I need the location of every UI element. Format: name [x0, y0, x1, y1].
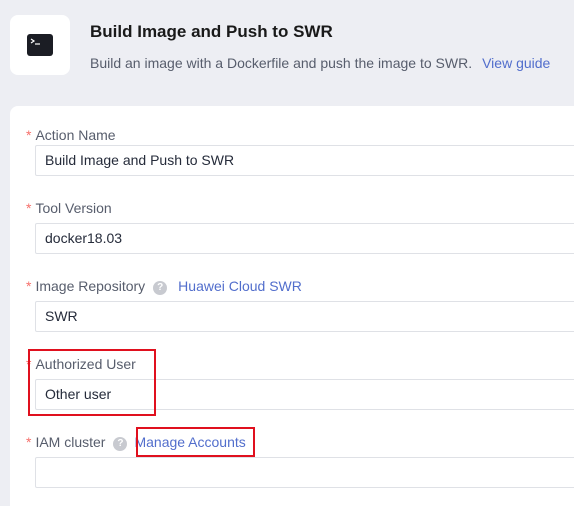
- iam-cluster-label: * IAM cluster? Manage Accounts: [26, 434, 246, 451]
- tool-version-label: * Tool Version: [26, 200, 112, 216]
- tool-version-label-text: Tool Version: [35, 200, 112, 216]
- authorized-user-label: * Authorized User: [26, 356, 136, 372]
- action-name-input[interactable]: Build Image and Push to SWR: [35, 145, 574, 176]
- image-repository-select[interactable]: SWR: [35, 301, 574, 332]
- authorized-user-select[interactable]: Other user: [35, 379, 574, 410]
- view-guide-link[interactable]: View guide: [482, 55, 550, 71]
- required-mark: *: [26, 200, 32, 216]
- terminal-icon: [27, 34, 53, 56]
- page-title: Build Image and Push to SWR: [90, 22, 333, 41]
- action-name-label-text: Action Name: [35, 127, 116, 143]
- action-name-label: * Action Name: [26, 127, 116, 143]
- authorized-user-label-text: Authorized User: [35, 356, 136, 372]
- tool-version-select[interactable]: docker18.03: [35, 223, 574, 254]
- required-mark: *: [26, 127, 32, 143]
- required-mark: *: [26, 356, 32, 372]
- iam-cluster-select[interactable]: [35, 457, 574, 488]
- question-icon[interactable]: ?: [153, 281, 168, 295]
- question-icon[interactable]: ?: [113, 437, 128, 451]
- huawei-cloud-swr-link[interactable]: Huawei Cloud SWR: [178, 278, 302, 294]
- required-mark: *: [26, 434, 32, 450]
- manage-accounts-link[interactable]: Manage Accounts: [134, 434, 245, 450]
- image-repository-label: * Image Repository? Huawei Cloud SWR: [26, 278, 302, 295]
- required-mark: *: [26, 278, 32, 294]
- description-text: Build an image with a Dockerfile and pus…: [90, 55, 473, 71]
- iam-cluster-label-text: IAM cluster: [35, 434, 106, 450]
- page-description: Build an image with a Dockerfile and pus…: [90, 55, 550, 71]
- action-header: Build Image and Push to SWR Build an ima…: [0, 0, 574, 105]
- action-icon-card: [10, 15, 70, 75]
- image-repository-label-text: Image Repository: [35, 278, 146, 294]
